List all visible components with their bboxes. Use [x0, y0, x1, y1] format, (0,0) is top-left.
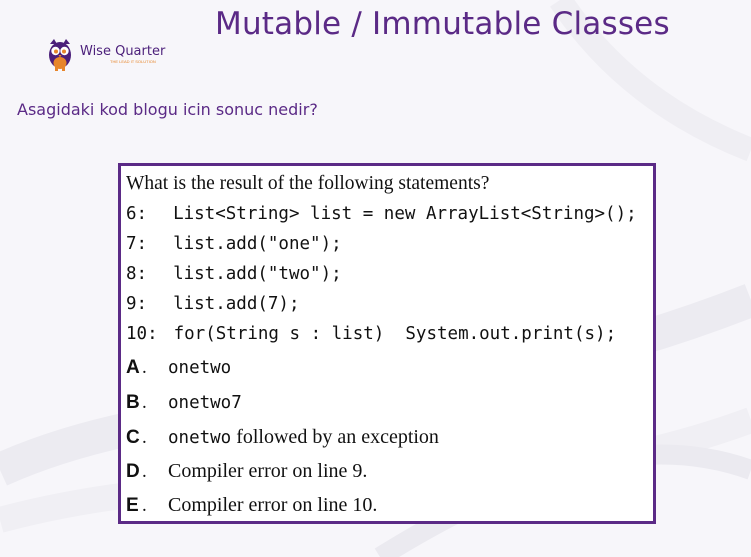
code-text: list.add("one"); [173, 234, 342, 254]
option-code: onetwo [168, 428, 232, 448]
option-c[interactable]: C. onetwo followed by an exception [126, 426, 439, 450]
option-letter: A [126, 357, 140, 378]
code-text: list.add("two"); [173, 264, 342, 284]
code-line: 6: List<String> list = new ArrayList<Stri… [126, 204, 637, 224]
code-line: 8: list.add("two"); [126, 264, 342, 284]
option-b[interactable]: B. onetwo7 [126, 392, 242, 416]
code-text: list.add(7); [173, 294, 300, 314]
option-letter: C [126, 427, 140, 448]
option-letter: E [126, 495, 139, 516]
slide-title: Mutable / Immutable Classes [215, 6, 670, 42]
line-number: 7: [126, 234, 148, 254]
owl-icon [49, 39, 71, 71]
code-text: for(String s : list) System.out.print(s)… [173, 324, 617, 344]
code-text: List<String> list = new ArrayList<String… [173, 204, 637, 224]
code-line: 10: for(String s : list) System.out.print… [126, 324, 616, 344]
option-code: onetwo7 [168, 393, 242, 413]
code-line: 9: list.add(7); [126, 294, 300, 314]
option-text: Compiler error on line 9. [168, 460, 368, 482]
logo: Wise Quarter THE LEAD IT SOLUTION [46, 38, 165, 72]
line-number: 8: [126, 264, 148, 284]
option-letter: D [126, 461, 140, 482]
line-number: 9: [126, 294, 148, 314]
option-a[interactable]: A. onetwo [126, 357, 231, 381]
line-number: 6: [126, 204, 148, 224]
option-text: Compiler error on line 10. [168, 494, 378, 516]
option-d[interactable]: D. Compiler error on line 9. [126, 460, 367, 484]
question-header: What is the result of the following stat… [126, 173, 490, 194]
question-box: What is the result of the following stat… [118, 163, 656, 524]
option-letter: B [126, 392, 140, 413]
option-code: onetwo [168, 358, 232, 378]
logo-tagline: THE LEAD IT SOLUTION [110, 59, 156, 64]
line-number: 10: [126, 324, 158, 344]
slide-subtitle: Asagidaki kod blogu icin sonuc nedir? [17, 100, 318, 119]
code-line: 7: list.add("one"); [126, 234, 342, 254]
logo-name: Wise Quarter [80, 44, 166, 59]
option-text: followed by an exception [231, 426, 439, 448]
option-e[interactable]: E. Compiler error on line 10. [126, 494, 377, 518]
